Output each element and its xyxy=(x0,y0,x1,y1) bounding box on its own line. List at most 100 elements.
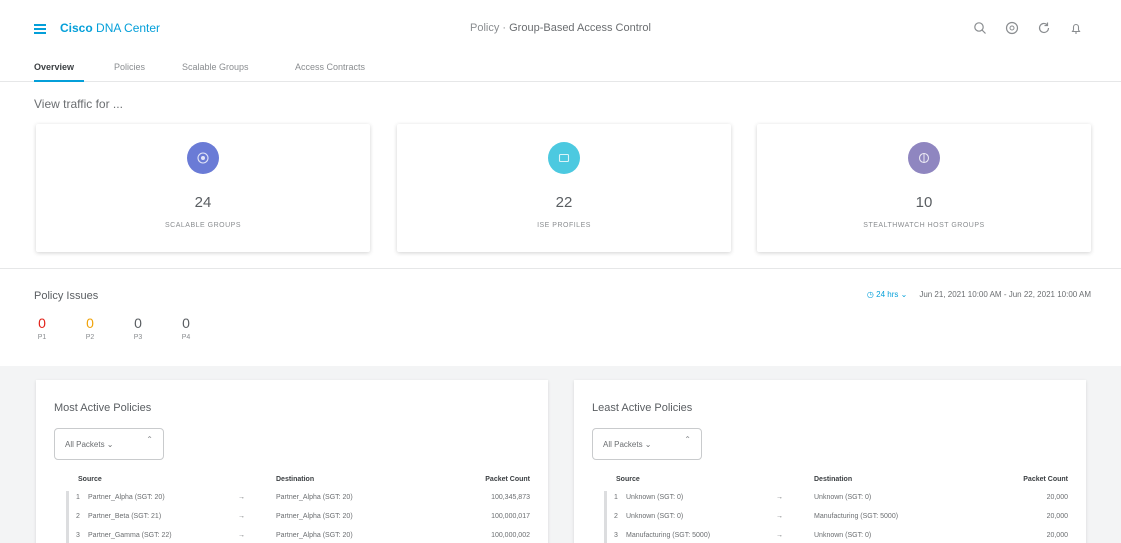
chevron-up-icon: ⌃ xyxy=(146,435,153,444)
active-tab-indicator xyxy=(34,80,84,82)
time-range: ◷ 24 hrs ⌄ Jun 21, 2021 10:00 AM - Jun 2… xyxy=(867,290,1091,299)
tab-access-contracts[interactable]: Access Contracts xyxy=(295,62,365,72)
tab-scalable-groups[interactable]: Scalable Groups xyxy=(182,62,249,72)
row-source: Unknown (SGT: 0) xyxy=(626,494,684,501)
row-source: Unknown (SGT: 0) xyxy=(626,513,684,520)
col-destination: Destination xyxy=(276,476,315,483)
view-traffic-label: View traffic for ... xyxy=(34,97,123,111)
row-source: Partner_Alpha (SGT: 20) xyxy=(88,494,165,501)
row-destination: Unknown (SGT: 0) xyxy=(814,532,872,539)
most-active-title: Most Active Policies xyxy=(54,402,152,414)
row-source: Partner_Gamma (SGT: 22) xyxy=(88,532,172,539)
refresh-icon[interactable] xyxy=(1037,21,1051,35)
issue-p3[interactable]: 0 P3 xyxy=(128,315,148,341)
issue-p1[interactable]: 0 P1 xyxy=(32,315,52,341)
row-destination: Partner_Alpha (SGT: 20) xyxy=(276,494,353,501)
arrow-right-icon: → xyxy=(238,532,245,539)
issue-p1-count: 0 xyxy=(38,315,46,331)
issue-p4[interactable]: 0 P4 xyxy=(176,315,196,341)
time-range-text: Jun 21, 2021 10:00 AM - Jun 22, 2021 10:… xyxy=(919,290,1091,299)
table-row[interactable]: 2 Partner_Beta (SGT: 21) → Partner_Alpha… xyxy=(66,513,530,525)
issue-p3-label: P3 xyxy=(133,334,143,341)
row-index: 3 xyxy=(614,532,618,539)
tab-bar: Overview Policies Scalable Groups Access… xyxy=(0,56,1121,82)
scalable-groups-card[interactable]: 24 SCALABLE GROUPS xyxy=(36,124,370,252)
arrow-right-icon: → xyxy=(776,532,783,539)
ise-profiles-card[interactable]: 22 ISE PROFILES xyxy=(397,124,731,252)
row-destination: Partner_Alpha (SGT: 20) xyxy=(276,532,353,539)
arrow-right-icon: → xyxy=(238,513,245,520)
least-active-title: Least Active Policies xyxy=(592,402,693,414)
issue-p3-count: 0 xyxy=(134,315,142,331)
most-active-table-header: Source Destination Packet Count xyxy=(66,476,530,486)
scalable-groups-icon xyxy=(187,142,219,174)
chevron-down-icon: ⌄ xyxy=(900,290,908,299)
page-title-prefix: Policy · xyxy=(470,22,510,34)
row-destination: Manufacturing (SGT: 5000) xyxy=(814,513,899,520)
row-destination: Unknown (SGT: 0) xyxy=(814,494,872,501)
row-count: 20,000 xyxy=(1046,532,1068,539)
top-header: Cisco DNA Center Policy · Group-Based Ac… xyxy=(0,0,1121,56)
clock-icon: ◷ xyxy=(866,290,874,299)
most-active-dropdown-value: All Packets xyxy=(65,440,105,449)
tab-overview[interactable]: Overview xyxy=(34,62,74,72)
row-count: 20,000 xyxy=(1046,513,1068,520)
row-index: 3 xyxy=(76,532,80,539)
table-row[interactable]: 1 Unknown (SGT: 0) → Unknown (SGT: 0) 20… xyxy=(604,494,1068,506)
row-count: 100,000,017 xyxy=(491,513,530,520)
col-packet-count: Packet Count xyxy=(1023,476,1068,483)
row-index: 1 xyxy=(76,494,80,501)
arrow-right-icon: → xyxy=(776,513,783,520)
tab-policies[interactable]: Policies xyxy=(114,62,145,72)
page-title: Policy · Group-Based Access Control xyxy=(0,22,1121,34)
stealthwatch-label: STEALTHWATCH HOST GROUPS xyxy=(863,222,985,229)
issue-p2-label: P2 xyxy=(85,334,95,341)
table-row[interactable]: 2 Unknown (SGT: 0) → Manufacturing (SGT:… xyxy=(604,513,1068,525)
col-source: Source xyxy=(78,476,102,483)
row-count: 100,345,873 xyxy=(491,494,530,501)
section-divider xyxy=(0,268,1121,269)
ise-profiles-count: 22 xyxy=(555,194,573,211)
header-icons xyxy=(973,21,1083,35)
policy-issues-title: Policy Issues xyxy=(34,290,99,302)
row-count: 100,000,002 xyxy=(491,532,530,539)
row-source: Partner_Beta (SGT: 21) xyxy=(88,513,162,520)
row-count: 20,000 xyxy=(1046,494,1068,501)
scalable-groups-count: 24 xyxy=(194,194,212,211)
issue-p1-label: P1 xyxy=(37,334,47,341)
ise-profiles-icon xyxy=(548,142,580,174)
chevron-up-icon: ⌃ xyxy=(684,435,691,444)
issue-p4-count: 0 xyxy=(182,315,190,331)
col-source: Source xyxy=(616,476,640,483)
time-range-selector-label: 24 hrs xyxy=(876,290,899,299)
arrow-right-icon: → xyxy=(776,494,783,501)
issue-p4-label: P4 xyxy=(181,334,191,341)
stealthwatch-count: 10 xyxy=(915,194,933,211)
table-row[interactable]: 3 Partner_Gamma (SGT: 22) → Partner_Alph… xyxy=(66,532,530,543)
scalable-groups-label: SCALABLE GROUPS xyxy=(165,222,241,229)
table-row[interactable]: 3 Manufacturing (SGT: 5000) → Unknown (S… xyxy=(604,532,1068,543)
col-destination: Destination xyxy=(814,476,853,483)
row-index: 2 xyxy=(614,513,618,520)
search-icon[interactable] xyxy=(973,21,987,35)
least-active-table-header: Source Destination Packet Count xyxy=(604,476,1068,486)
arrow-right-icon: → xyxy=(238,494,245,501)
page-title-text: Group-Based Access Control xyxy=(509,22,651,34)
stealthwatch-icon xyxy=(908,142,940,174)
most-active-packets-dropdown[interactable]: All Packets ⌄ ⌃ xyxy=(54,428,164,460)
least-active-policies-panel: Least Active Policies All Packets ⌄ ⌃ So… xyxy=(574,380,1086,543)
row-index: 1 xyxy=(614,494,618,501)
row-source: Manufacturing (SGT: 5000) xyxy=(626,532,711,539)
ise-profiles-label: ISE PROFILES xyxy=(537,222,591,229)
help-icon[interactable] xyxy=(1005,21,1019,35)
table-row[interactable]: 1 Partner_Alpha (SGT: 20) → Partner_Alph… xyxy=(66,494,530,506)
issue-p2[interactable]: 0 P2 xyxy=(80,315,100,341)
time-range-selector[interactable]: ◷ 24 hrs ⌄ xyxy=(867,290,907,299)
notification-icon[interactable] xyxy=(1069,21,1083,35)
row-index: 2 xyxy=(76,513,80,520)
least-active-packets-dropdown[interactable]: All Packets ⌄ ⌃ xyxy=(592,428,702,460)
issue-p2-count: 0 xyxy=(86,315,94,331)
least-active-dropdown-value: All Packets xyxy=(603,440,643,449)
col-packet-count: Packet Count xyxy=(485,476,530,483)
stealthwatch-card[interactable]: 10 STEALTHWATCH HOST GROUPS xyxy=(757,124,1091,252)
